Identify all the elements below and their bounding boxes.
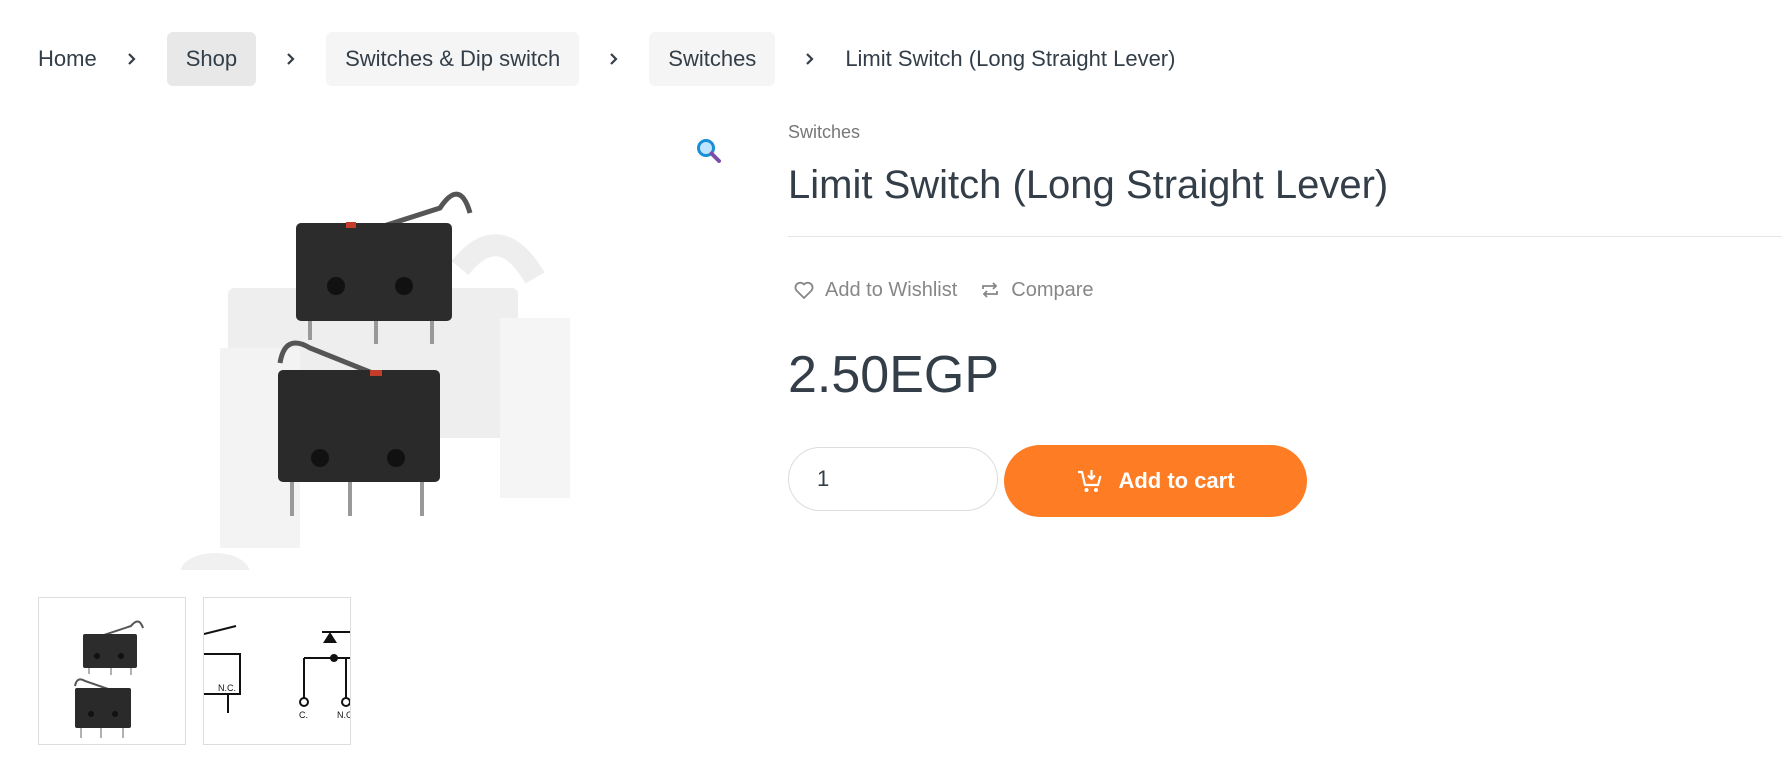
divider (788, 236, 1782, 237)
breadcrumb: Home Shop Switches & Dip switch Switches… (38, 32, 1175, 86)
chevron-right-icon (775, 32, 845, 86)
add-to-wishlist-button[interactable]: Add to Wishlist (792, 278, 957, 302)
chevron-right-icon (256, 32, 326, 86)
cart-plus-icon (1078, 470, 1102, 492)
breadcrumb-category-link[interactable]: Switches & Dip switch (326, 32, 580, 86)
chevron-right-icon (579, 32, 649, 86)
thumbnail-switch-diagram[interactable]: N.C. C. N.O. (203, 597, 351, 745)
product-main-image[interactable] (160, 118, 630, 593)
compare-label: Compare (1011, 278, 1094, 301)
breadcrumb-shop-link[interactable]: Shop (166, 32, 257, 86)
breadcrumb-current: Limit Switch (Long Straight Lever) (845, 46, 1176, 71)
compare-button[interactable]: Compare (978, 278, 1094, 302)
product-title: Limit Switch (Long Straight Lever) (788, 163, 1389, 207)
add-to-cart-label: Add to cart (1118, 468, 1235, 493)
thumbnail-switch-photo[interactable] (38, 597, 186, 745)
compare-arrows-icon (982, 282, 999, 298)
add-to-cart-button[interactable]: Add to cart (1004, 445, 1307, 517)
heart-icon (794, 281, 814, 299)
product-price: 2.50EGP (788, 346, 1000, 404)
diagram-label-no: N.O. (337, 710, 351, 720)
product-actions: Add to Wishlist Compare (792, 278, 1094, 302)
wishlist-label: Add to Wishlist (825, 278, 958, 301)
magnifier-icon[interactable] (696, 138, 722, 164)
breadcrumb-subcategory-link[interactable]: Switches (649, 32, 776, 86)
quantity-input[interactable] (788, 447, 998, 511)
breadcrumb-home-link[interactable]: Home (38, 32, 97, 86)
chevron-right-icon (97, 32, 167, 86)
diagram-label-nc: N.C. (218, 683, 236, 693)
diagram-label-c: C. (299, 710, 308, 720)
product-category-link[interactable]: Switches (788, 122, 860, 143)
